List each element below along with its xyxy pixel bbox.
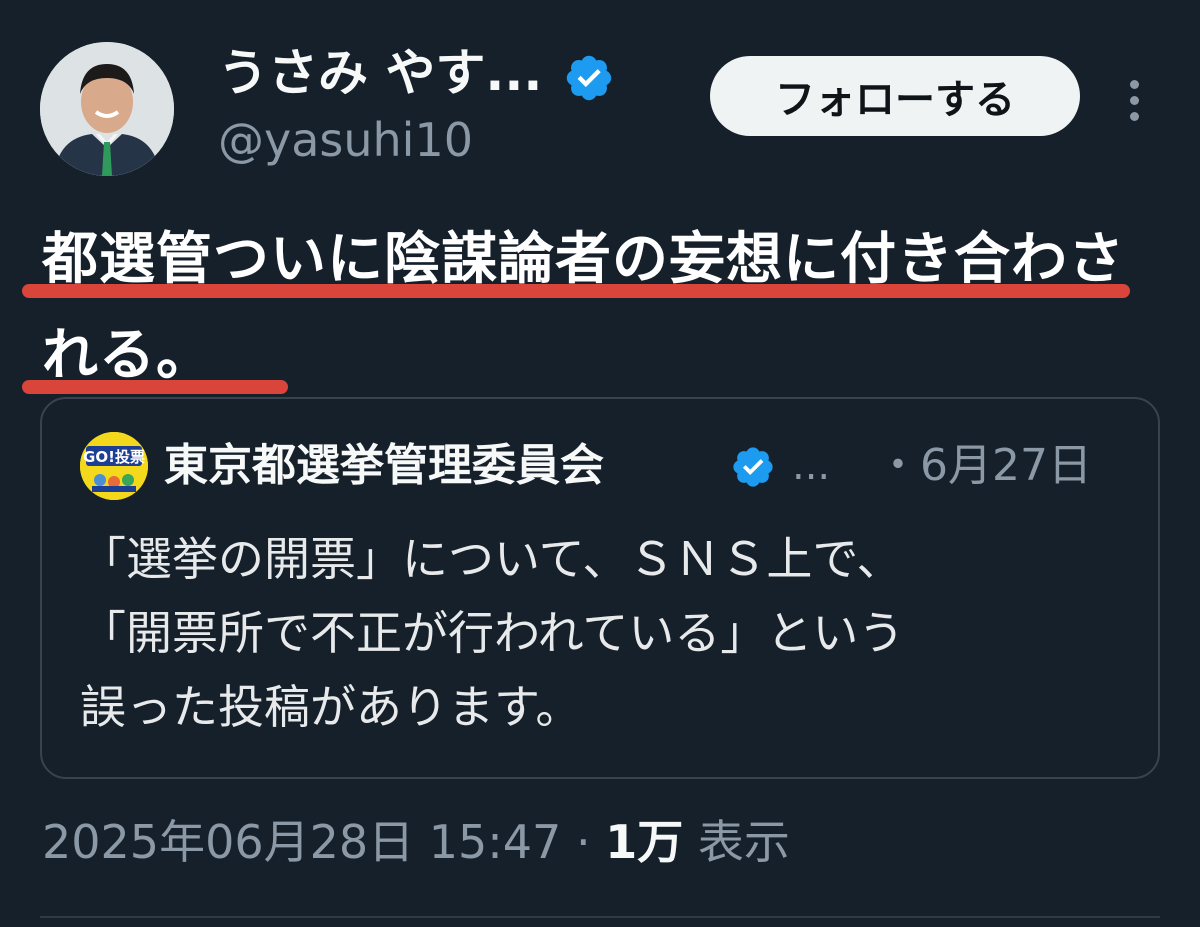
quote-date[interactable]: ・6月27日 xyxy=(876,438,1092,494)
go-vote-logo-text: GO!投票 xyxy=(83,448,145,466)
quote-text: 「選挙の開票」について、ＳＮＳ上で、 「開票所で不正が行われている」という 誤っ… xyxy=(80,532,905,734)
verified-badge-icon xyxy=(566,55,612,101)
follow-button[interactable]: フォローする xyxy=(710,56,1080,136)
quote-author-name[interactable]: 東京都選挙管理委員会 xyxy=(164,438,604,494)
more-options-icon[interactable] xyxy=(1112,70,1156,130)
profile-photo-icon xyxy=(40,42,174,176)
highlight-underline-line1 xyxy=(22,284,1130,298)
quote-author-avatar[interactable]: GO!投票 xyxy=(80,432,148,500)
author-avatar[interactable] xyxy=(40,42,174,176)
tweet-detail: うさみ やす... @yasuhi10 フォローする 都選管ついに陰謀論者の妄想… xyxy=(0,0,1200,927)
tweet-meta: 2025年06月28日 15:47 · 1万 表示 xyxy=(42,812,790,872)
tweet-datetime[interactable]: 2025年06月28日 15:47 xyxy=(42,815,561,869)
views-label: 表示 xyxy=(697,815,790,869)
divider xyxy=(40,916,1160,918)
quote-verified-badge-icon xyxy=(733,447,773,487)
meta-separator: · xyxy=(561,815,606,869)
views-count: 1万 xyxy=(605,815,684,869)
quote-handle-truncated: ... xyxy=(792,443,831,489)
go-vote-logo-icon: GO!投票 xyxy=(80,432,148,500)
author-display-name[interactable]: うさみ やす... xyxy=(218,42,542,104)
tweet-text: 都選管ついに陰謀論者の妄想に付き合わされる。 xyxy=(42,227,1125,388)
highlight-underline-line2 xyxy=(22,380,288,394)
author-handle[interactable]: @yasuhi10 xyxy=(218,112,473,168)
